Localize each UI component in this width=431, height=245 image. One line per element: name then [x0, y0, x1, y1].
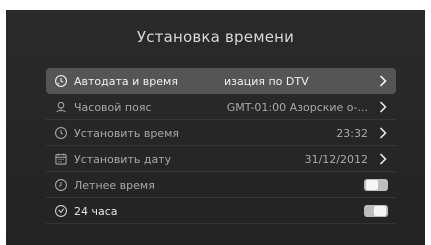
menu-item-label: Установить время: [74, 127, 179, 140]
menu-item-time-zone[interactable]: Часовой пояс GMT-01:00 Азорские о-...: [46, 94, 396, 120]
chevron-right-icon: [378, 73, 388, 89]
calendar-icon: [54, 152, 68, 166]
chevron-right-icon: [378, 125, 388, 141]
chevron-right-icon: [378, 99, 388, 115]
auto-clock-icon: [54, 74, 68, 88]
menu-item-label: Установить дату: [74, 153, 172, 166]
daylight-saving-toggle[interactable]: [364, 179, 388, 191]
menu-item-set-time[interactable]: Установить время 23:32: [46, 120, 396, 146]
menu-item-auto-date-time[interactable]: Автодата и время изация по DTV: [46, 68, 396, 94]
menu-item-value: 31/12/2012: [304, 153, 368, 166]
menu-item-label: Часовой пояс: [74, 101, 152, 114]
toggle-knob: [374, 206, 386, 216]
menu-item-label: Летнее время: [74, 179, 155, 192]
24-hour-toggle[interactable]: [364, 205, 388, 217]
clock-alt-icon: [54, 178, 68, 192]
clock-24-icon: [54, 204, 68, 218]
menu-item-daylight-saving[interactable]: Летнее время: [46, 172, 396, 198]
menu-item-set-date[interactable]: Установить дату 31/12/2012: [46, 146, 396, 172]
globe-pin-icon: [54, 100, 68, 114]
chevron-right-icon: [378, 151, 388, 167]
time-settings-menu: Автодата и время изация по DTV Часовой п…: [46, 68, 396, 224]
clock-icon: [54, 126, 68, 140]
menu-item-label: 24 часа: [74, 205, 118, 218]
menu-item-24-hour[interactable]: 24 часа: [46, 198, 396, 224]
menu-item-value: GMT-01:00 Азорские о-...: [226, 101, 368, 114]
toggle-knob: [366, 180, 378, 190]
menu-item-value: изация по DTV: [224, 75, 309, 88]
page-title: Установка времени: [136, 28, 295, 46]
menu-item-label: Автодата и время: [74, 75, 178, 88]
time-settings-screen: Установка времени Автодата и время изаци…: [6, 10, 425, 245]
menu-item-value: 23:32: [336, 127, 368, 140]
